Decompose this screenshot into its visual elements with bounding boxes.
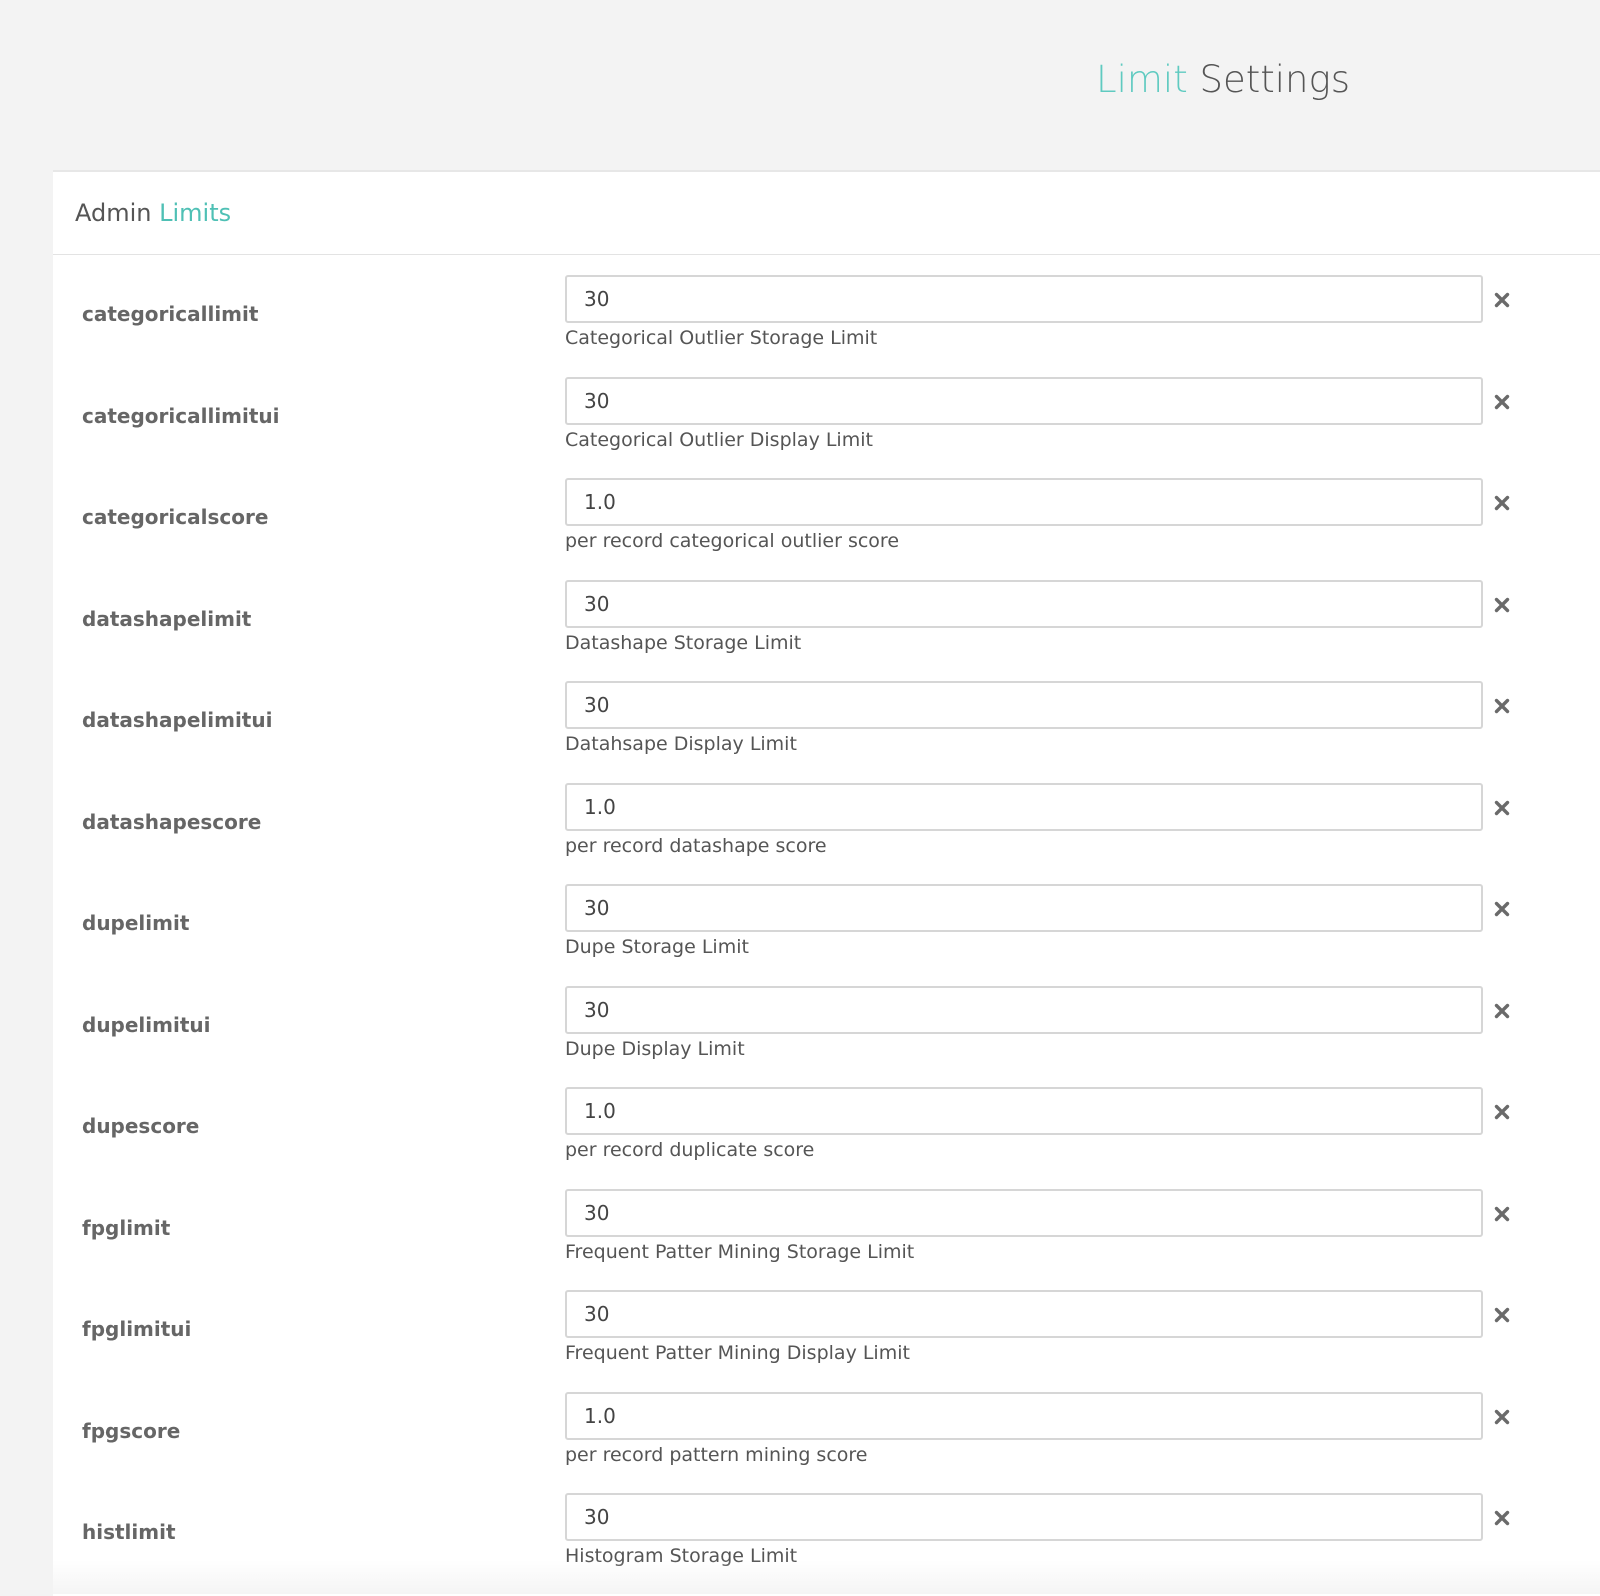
setting-help-text: per record duplicate score [565, 1139, 815, 1161]
setting-input-dupelimit[interactable] [565, 884, 1483, 932]
close-icon [1494, 800, 1510, 815]
setting-input-datashapelimitui[interactable] [565, 681, 1483, 729]
setting-label: categoricalscore [82, 505, 269, 529]
panel-title-accent: Limits [159, 199, 232, 227]
setting-row-dupelimitui: dupelimitui Dupe Display Limit [53, 985, 1600, 1089]
setting-row-datashapescore: datashapescore per record datashape score [53, 782, 1600, 886]
setting-label: dupescore [82, 1114, 200, 1138]
remove-setting-button[interactable] [1489, 490, 1515, 516]
setting-input-histlimit[interactable] [565, 1493, 1483, 1541]
remove-setting-button[interactable] [1489, 693, 1515, 719]
setting-input-categoricallimit[interactable] [565, 275, 1483, 323]
page-title-rest: Settings [1199, 58, 1350, 101]
setting-label: fpgscore [82, 1418, 181, 1443]
close-icon [1494, 698, 1510, 714]
setting-help-text: Dupe Display Limit [565, 1037, 745, 1060]
remove-setting-button[interactable] [1489, 1201, 1515, 1227]
page-header: Limit Settings [0, 0, 1600, 170]
setting-row-categoricallimit: categoricallimit Categorical Outlier Stor… [53, 275, 1600, 378]
close-icon [1494, 1409, 1510, 1424]
admin-limits-panel: Admin Limits categoricallimit Categorical… [53, 170, 1600, 1596]
setting-row-datashapelimitui: datashapelimitui Datahsape Display Limit [53, 681, 1600, 784]
close-icon [1494, 1206, 1510, 1221]
page-title: Limit Settings [1096, 58, 1350, 101]
setting-input-fpglimit[interactable] [565, 1188, 1483, 1237]
panel-title: Admin Limits [75, 199, 231, 227]
setting-row-categoricalscore: categoricalscore per record categorical o… [53, 478, 1600, 581]
setting-help-text: Frequent Patter Mining Storage Limit [565, 1240, 915, 1263]
setting-help-text: Dupe Storage Limit [565, 936, 749, 958]
remove-setting-button[interactable] [1489, 998, 1515, 1024]
remove-setting-button[interactable] [1489, 287, 1515, 313]
setting-row-dupescore: dupescore per record duplicate score [53, 1087, 1600, 1190]
setting-row-histlimit: histlimit Histogram Storage Limit [53, 1493, 1600, 1596]
setting-row-fpgscore: fpgscore per record pattern mining score [53, 1391, 1600, 1495]
close-icon [1494, 1104, 1510, 1120]
setting-input-dupescore[interactable] [565, 1087, 1483, 1135]
remove-setting-button[interactable] [1489, 1404, 1515, 1430]
setting-help-text: Categorical Outlier Display Limit [565, 428, 873, 451]
close-icon [1494, 1510, 1510, 1526]
remove-setting-button[interactable] [1489, 592, 1515, 618]
setting-input-categoricallimitui[interactable] [565, 376, 1483, 425]
setting-label: histlimit [82, 1520, 176, 1544]
setting-input-datashapelimit[interactable] [565, 579, 1483, 628]
setting-label: categoricallimit [82, 302, 259, 326]
setting-row-categoricallimitui: categoricallimitui Categorical Outlier Di… [53, 376, 1600, 480]
setting-label: categoricallimitui [82, 403, 280, 428]
setting-label: datashapelimitui [82, 708, 273, 732]
remove-setting-button[interactable] [1489, 1099, 1515, 1125]
remove-setting-button[interactable] [1489, 389, 1515, 415]
close-icon [1494, 901, 1510, 917]
page-title-accent: Limit [1096, 58, 1188, 101]
setting-label: datashapelimit [82, 606, 252, 631]
setting-row-datashapelimit: datashapelimit Datashape Storage Limit [53, 579, 1600, 683]
setting-row-dupelimit: dupelimit Dupe Storage Limit [53, 884, 1600, 987]
close-icon [1494, 394, 1510, 409]
setting-help-text: Datashape Storage Limit [565, 631, 802, 654]
setting-label: datashapescore [82, 809, 262, 834]
setting-help-text: Histogram Storage Limit [565, 1545, 798, 1567]
close-icon [1494, 597, 1510, 612]
close-icon [1494, 1307, 1510, 1323]
close-icon [1494, 1003, 1510, 1018]
setting-help-text: per record pattern mining score [565, 1443, 868, 1466]
setting-help-text: per record datashape score [565, 834, 827, 857]
remove-setting-button[interactable] [1489, 896, 1515, 922]
setting-label: dupelimit [82, 911, 190, 935]
setting-label: fpglimitui [82, 1317, 192, 1341]
setting-input-datashapescore[interactable] [565, 782, 1483, 831]
setting-label: fpglimit [82, 1215, 171, 1240]
panel-header: Admin Limits [53, 172, 1600, 255]
setting-input-categoricalscore[interactable] [565, 478, 1483, 526]
setting-help-text: Datahsape Display Limit [565, 733, 797, 755]
setting-row-fpglimitui: fpglimitui Frequent Patter Mining Display… [53, 1290, 1600, 1393]
close-icon [1494, 292, 1510, 308]
setting-help-text: Frequent Patter Mining Display Limit [565, 1342, 910, 1364]
remove-setting-button[interactable] [1489, 795, 1515, 821]
remove-setting-button[interactable] [1489, 1505, 1515, 1531]
setting-help-text: Categorical Outlier Storage Limit [565, 327, 878, 349]
setting-label: dupelimitui [82, 1012, 211, 1037]
remove-setting-button[interactable] [1489, 1302, 1515, 1328]
setting-input-fpglimitui[interactable] [565, 1290, 1483, 1338]
close-icon [1494, 495, 1510, 511]
setting-input-fpgscore[interactable] [565, 1391, 1483, 1440]
setting-input-dupelimitui[interactable] [565, 985, 1483, 1034]
setting-help-text: per record categorical outlier score [565, 530, 900, 552]
setting-row-fpglimit: fpglimit Frequent Patter Mining Storage L… [53, 1188, 1600, 1292]
panel-title-plain: Admin [75, 199, 152, 227]
